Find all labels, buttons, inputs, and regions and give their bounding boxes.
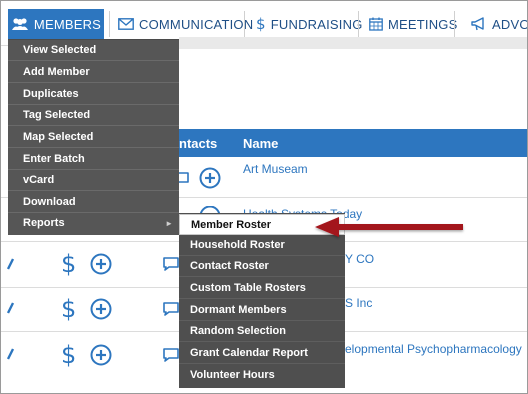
submenu-item-dormant-members[interactable]: Dormant Members	[179, 300, 345, 321]
nav-members-label: MEMBERS	[33, 16, 102, 32]
chat-bubble-icon[interactable]	[162, 301, 180, 317]
menu-item-download[interactable]: Download	[8, 192, 179, 213]
nav-advocacy-label: ADVO	[492, 16, 528, 32]
menu-item-duplicates[interactable]: Duplicates	[8, 84, 179, 105]
nav-members[interactable]: MEMBERS	[8, 9, 104, 39]
submenu-arrow-icon: ►	[165, 219, 173, 228]
member-name-link[interactable]: Y CO	[345, 252, 374, 266]
nav-fundraising[interactable]: $ FUNDRAISING	[256, 11, 363, 37]
dollar-icon: $	[256, 15, 266, 33]
chat-bubble-icon[interactable]	[162, 347, 180, 363]
add-icon[interactable]	[90, 344, 112, 366]
envelope-icon	[118, 18, 134, 30]
pencil-icon[interactable]	[7, 347, 15, 361]
nav-communication[interactable]: COMMUNICATION	[118, 11, 253, 37]
nav-divider	[244, 11, 245, 37]
member-name-link[interactable]: elopmental Psychopharmacology	[345, 342, 522, 356]
submenu-item-random-selection[interactable]: Random Selection	[179, 321, 345, 342]
pencil-icon[interactable]	[7, 301, 15, 315]
menu-item-vcard[interactable]: vCard	[8, 170, 179, 191]
toolbar-band	[179, 37, 527, 49]
nav-divider	[358, 11, 359, 37]
add-icon[interactable]	[90, 253, 112, 275]
submenu-item-contact-roster[interactable]: Contact Roster	[179, 256, 345, 277]
menu-item-tag-selected[interactable]: Tag Selected	[8, 105, 179, 126]
nav-fundraising-label: FUNDRAISING	[270, 16, 363, 32]
donation-icon[interactable]: $	[61, 252, 76, 276]
donation-icon[interactable]: $	[61, 343, 76, 367]
menu-item-map-selected[interactable]: Map Selected	[8, 127, 179, 148]
nav-meetings-label: MEETINGS	[388, 16, 458, 32]
callout-arrow-icon	[315, 217, 463, 237]
column-header-name[interactable]: Name	[243, 136, 278, 151]
nav-advocacy[interactable]: ADVO	[471, 11, 528, 37]
megaphone-icon	[471, 17, 487, 31]
nav-meetings[interactable]: MEETINGS	[369, 11, 458, 37]
member-name-link[interactable]: Art Museam	[243, 162, 308, 176]
submenu-item-grant-calendar-report[interactable]: Grant Calendar Report	[179, 343, 345, 364]
submenu-item-volunteer-hours[interactable]: Volunteer Hours	[179, 365, 345, 386]
members-dropdown: View Selected Add Member Duplicates Tag …	[8, 39, 179, 235]
menu-item-view-selected[interactable]: View Selected	[8, 40, 179, 61]
pencil-icon[interactable]	[7, 257, 15, 271]
add-contact-icon[interactable]	[199, 167, 221, 189]
calendar-icon	[369, 17, 383, 31]
nav-divider	[454, 11, 455, 37]
menu-item-enter-batch[interactable]: Enter Batch	[8, 149, 179, 170]
app-window: MEMBERS COMMUNICATION $ FUNDRAISING MEET…	[0, 0, 528, 394]
submenu-item-custom-table-rosters[interactable]: Custom Table Rosters	[179, 278, 345, 299]
member-name-link[interactable]: S Inc	[345, 296, 372, 310]
chat-bubble-icon[interactable]	[162, 256, 180, 272]
nav-communication-label: COMMUNICATION	[139, 16, 254, 32]
table-header: ntacts Name	[179, 129, 527, 157]
donation-icon[interactable]: $	[61, 297, 76, 321]
menu-item-reports-label: Reports	[23, 217, 65, 229]
menu-item-reports[interactable]: Reports ►	[8, 213, 179, 234]
add-icon[interactable]	[90, 298, 112, 320]
users-icon	[11, 18, 29, 30]
column-header-contacts[interactable]: ntacts	[179, 136, 217, 151]
nav-divider	[109, 11, 110, 37]
menu-item-add-member[interactable]: Add Member	[8, 62, 179, 83]
